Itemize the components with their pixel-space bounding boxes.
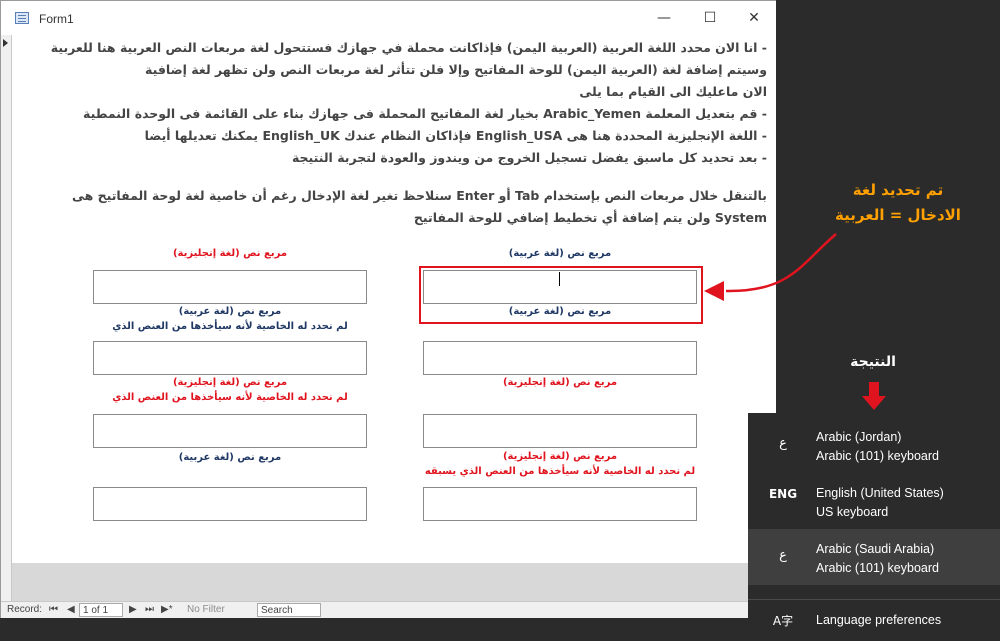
language-flyout: ع Arabic (Jordan) Arabic (101) keyboard … [748,413,1000,641]
language-abbr: ع [779,548,787,563]
annotation-arrow-head-icon [704,281,724,301]
language-keyboard: US keyboard [816,505,889,519]
language-abbr: ع [779,436,787,451]
language-name: Arabic (Jordan) [816,430,902,444]
language-settings-icon: A字 [772,614,794,628]
language-preferences-link[interactable]: A字 Language preferences [748,600,1000,641]
result-arrow-down-icon [862,396,886,410]
result-arrow-shaft [869,382,879,398]
language-item-english-us[interactable]: ENG English (United States) US keyboard [748,473,1000,529]
language-name: English (United States) [816,486,944,500]
language-name: Arabic (Saudi Arabia) [816,542,935,556]
language-keyboard: Arabic (101) keyboard [816,561,939,575]
language-keyboard: Arabic (101) keyboard [816,449,939,463]
language-item-arabic-jordan[interactable]: ع Arabic (Jordan) Arabic (101) keyboard [748,417,1000,473]
language-abbr: ENG [768,487,798,501]
language-item-arabic-saudi[interactable]: ع Arabic (Saudi Arabia) Arabic (101) key… [748,529,1000,585]
annotation-curve-arrow [725,233,837,293]
language-preferences-label: Language preferences [816,613,942,627]
result-label: النتيجة [850,354,896,370]
